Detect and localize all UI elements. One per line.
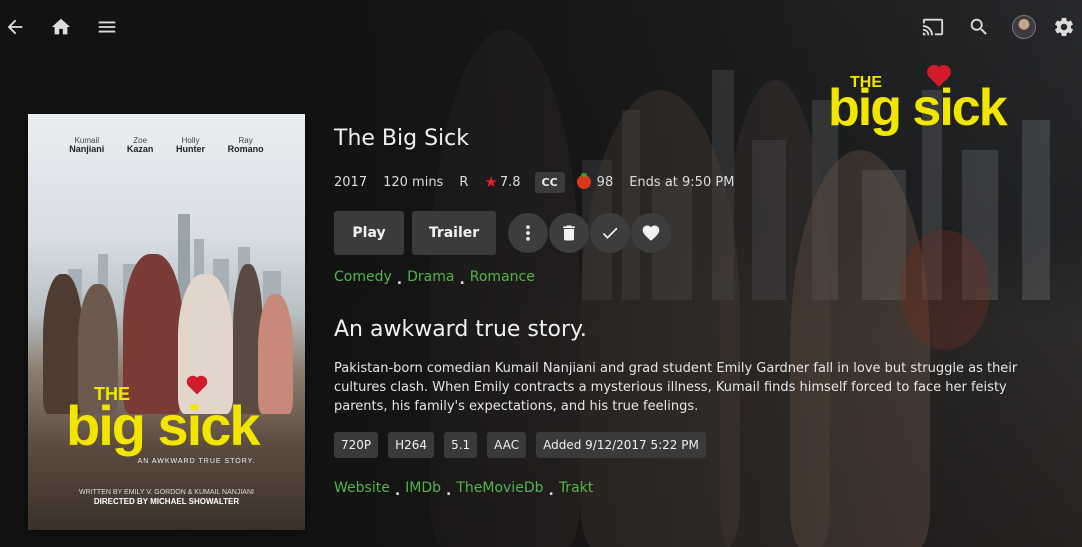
movie-overview: Pakistan-born comedian Kumail Nanjiani a…: [334, 361, 1018, 414]
poster-cast-photo: [38, 254, 295, 414]
cast-button[interactable]: [910, 0, 956, 54]
link-trakt[interactable]: Trakt: [559, 480, 593, 496]
back-button[interactable]: [0, 0, 30, 54]
genre-list: Comedy . Drama . Romance: [334, 267, 1064, 288]
media-tag-audio-codec: AAC: [487, 432, 527, 458]
movie-meta: 2017 120 mins R ★ 7.8 CC 98 Ends at 9:50…: [334, 170, 1064, 194]
genre-link-romance[interactable]: Romance: [470, 269, 535, 285]
tomato-icon: [576, 173, 591, 189]
community-rating: ★ 7.8: [484, 173, 521, 191]
checkmark-icon: [602, 227, 618, 239]
external-links: Website . IMDb . TheMovieDb . Trakt: [334, 478, 1064, 499]
trash-icon: [563, 225, 575, 241]
link-imdb[interactable]: IMDb: [405, 480, 441, 496]
genre-link-comedy[interactable]: Comedy: [334, 269, 392, 285]
movie-title: The Big Sick: [334, 126, 469, 151]
separator: .: [459, 272, 465, 288]
heart-icon: [642, 225, 660, 241]
more-vertical-icon: [526, 225, 530, 241]
search-icon: [970, 18, 987, 35]
more-options-button[interactable]: [508, 213, 548, 253]
poster-cast-item: Holly Hunter: [176, 136, 206, 154]
cast-icon: [922, 18, 944, 36]
separator: .: [548, 483, 554, 499]
home-icon: [51, 18, 71, 35]
media-tag-video-codec: H264: [388, 432, 435, 458]
star-icon: ★: [484, 173, 498, 191]
link-themoviedb[interactable]: TheMovieDb: [456, 480, 543, 496]
poster-title-text: big sick: [66, 394, 261, 457]
separator: .: [446, 483, 452, 499]
ends-at: Ends at 9:50 PM: [629, 174, 735, 190]
gear-icon: [1055, 17, 1073, 37]
trailer-button[interactable]: Trailer: [412, 211, 496, 255]
genre-link-drama[interactable]: Drama: [407, 269, 454, 285]
poster-tagline: AN AWKWARD TRUE STORY.: [137, 458, 256, 465]
critic-rating: 98: [576, 173, 613, 190]
closed-captions-badge: CC: [534, 171, 565, 193]
runtime: 120 mins: [383, 174, 444, 190]
poster-cast-item: Ray Romano: [227, 136, 264, 154]
movie-poster[interactable]: Kumail Nanjiani Zoe Kazan Holly Hunter Ray R…: [28, 114, 305, 530]
action-bar: Play Trailer: [334, 211, 1064, 255]
official-rating: R: [459, 174, 469, 190]
menu-button[interactable]: [92, 0, 122, 54]
media-tag-audio-channels: 5.1: [444, 432, 478, 458]
hamburger-menu-icon: [98, 21, 116, 33]
separator: .: [394, 483, 401, 499]
poster-cast-item: Kumail Nanjiani: [69, 136, 105, 154]
mark-played-button[interactable]: [590, 213, 630, 253]
movie-tagline: An awkward true story.: [334, 317, 587, 342]
poster-credits: WRITTEN BY EMILY V. GORDON & KUMAIL NANJ…: [79, 489, 254, 506]
separator: .: [396, 272, 403, 288]
media-tag-date-added: Added 9/12/2017 5:22 PM: [536, 432, 706, 458]
user-avatar[interactable]: [1012, 15, 1036, 39]
year: 2017: [334, 174, 368, 190]
poster-cast-names: Kumail Nanjiani Zoe Kazan Holly Hunter Ray R…: [28, 136, 305, 154]
search-button[interactable]: [956, 0, 1002, 54]
home-button[interactable]: [30, 0, 92, 54]
delete-button[interactable]: [549, 213, 589, 253]
arrow-left-icon: [7, 19, 23, 35]
link-website[interactable]: Website: [334, 480, 390, 496]
poster-cast-item: Zoe Kazan: [126, 136, 154, 154]
media-tag-resolution: 720P: [334, 432, 379, 458]
settings-button[interactable]: [1046, 0, 1082, 54]
play-button[interactable]: Play: [334, 211, 404, 255]
top-bar: [0, 0, 1082, 54]
favorite-button[interactable]: [631, 213, 671, 253]
movie-details: The Big Sick 2017 120 mins R ★ 7.8 CC 98…: [334, 122, 1064, 499]
media-info: 720P H264 5.1 AAC Added 9/12/2017 5:22 P…: [334, 432, 1064, 458]
